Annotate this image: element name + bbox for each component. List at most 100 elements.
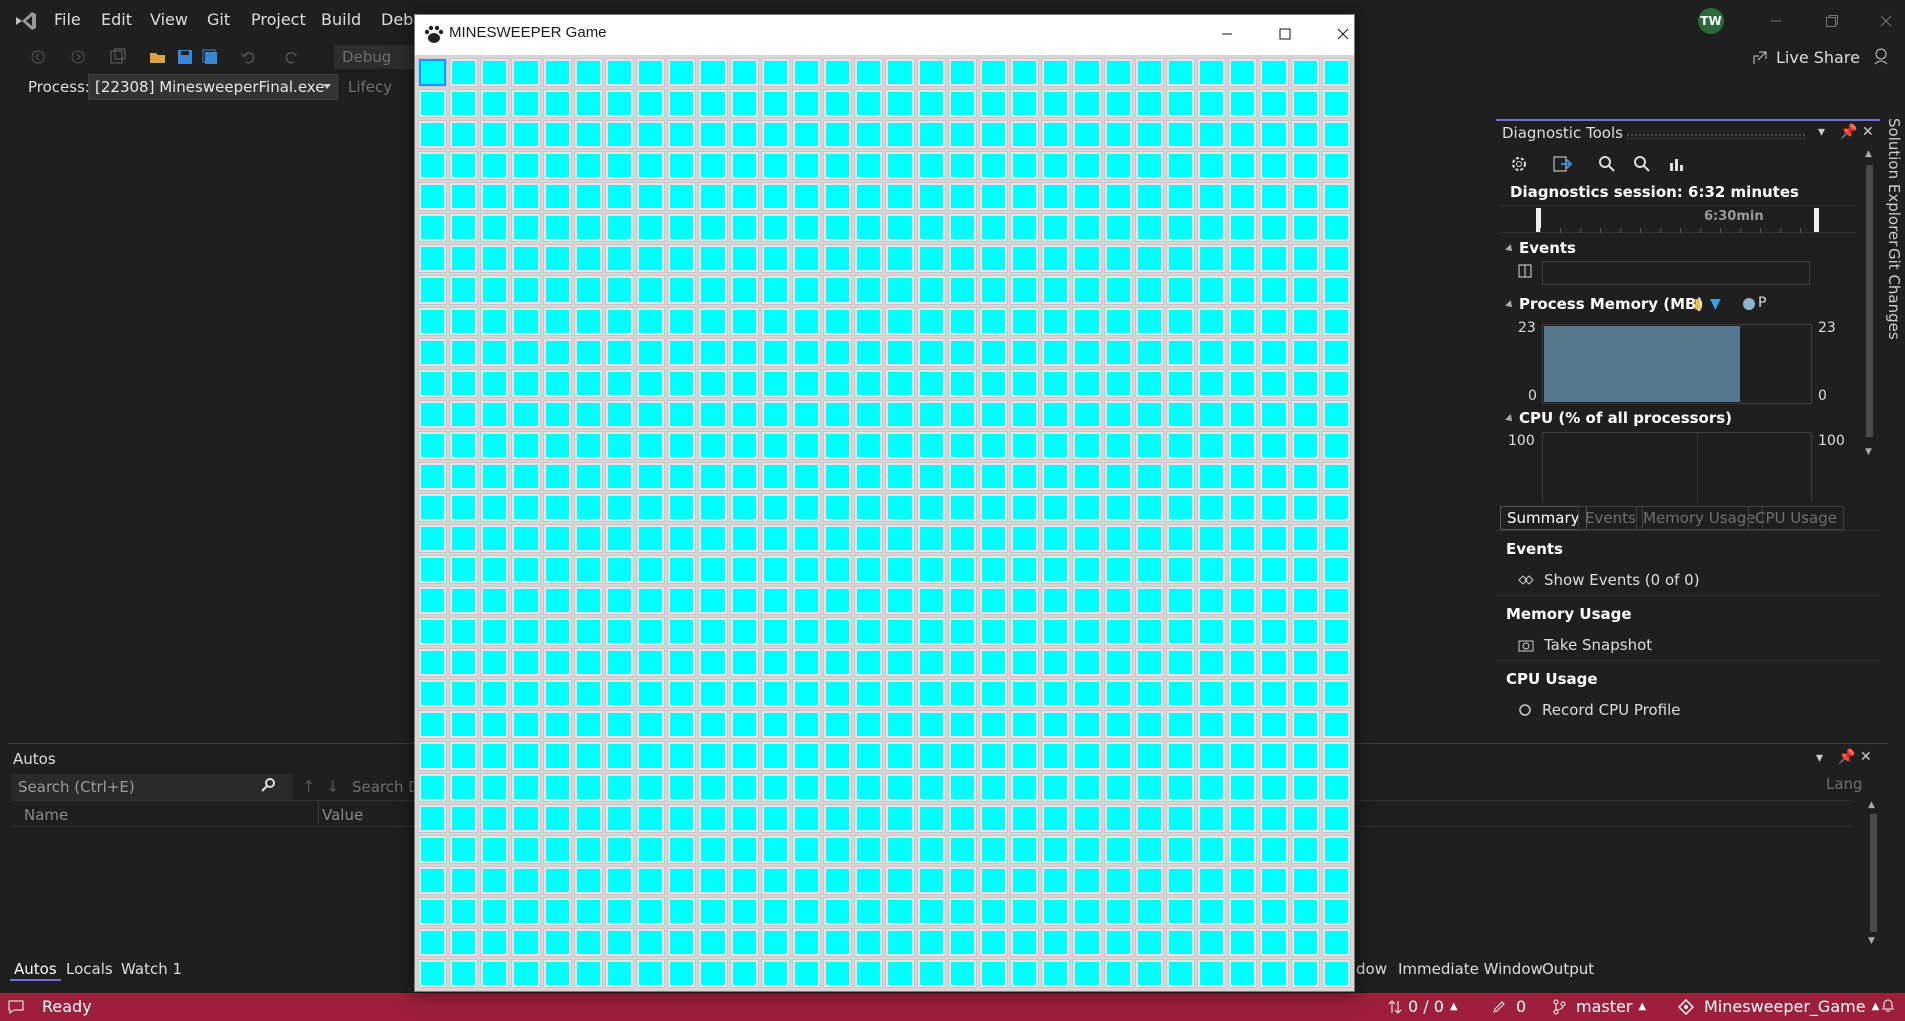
save-all-icon[interactable]	[200, 47, 220, 67]
mine-cell[interactable]	[542, 896, 572, 926]
mine-cell[interactable]	[947, 741, 977, 771]
mine-cell[interactable]	[885, 368, 915, 398]
mine-cell[interactable]	[1228, 337, 1258, 367]
mine-cell[interactable]	[1010, 586, 1040, 616]
mine-cell[interactable]	[1197, 306, 1227, 336]
mine-cell[interactable]	[1010, 306, 1040, 336]
feedback-icon[interactable]	[1872, 46, 1892, 70]
mine-cell[interactable]	[791, 182, 822, 212]
mine-cell[interactable]	[854, 927, 884, 957]
mine-cell[interactable]	[573, 151, 603, 181]
mine-cell[interactable]	[511, 430, 541, 460]
mine-cell[interactable]	[823, 182, 853, 212]
mine-cell[interactable]	[449, 741, 479, 771]
mine-cell[interactable]	[636, 772, 666, 802]
mine-cell[interactable]	[480, 803, 510, 833]
mine-cell[interactable]	[604, 275, 635, 305]
mine-cell[interactable]	[1103, 617, 1133, 647]
mine-cell[interactable]	[916, 151, 946, 181]
mine-cell[interactable]	[1259, 648, 1289, 678]
mine-cell[interactable]	[418, 772, 448, 802]
mine-cell[interactable]	[1321, 896, 1351, 926]
mine-cell[interactable]	[760, 430, 790, 460]
mine-cell[interactable]	[916, 896, 946, 926]
mine-cell[interactable]	[1290, 120, 1320, 150]
mine-cell[interactable]	[1041, 213, 1071, 243]
mine-cell[interactable]	[1103, 710, 1133, 740]
mine-cell[interactable]	[511, 182, 541, 212]
visual-studio-logo-icon[interactable]	[12, 8, 40, 34]
save-icon[interactable]	[175, 47, 195, 67]
mine-cell[interactable]	[1259, 151, 1289, 181]
mine-cell[interactable]	[511, 89, 541, 119]
mine-cell[interactable]	[729, 89, 759, 119]
mine-cell[interactable]	[449, 710, 479, 740]
mine-cell[interactable]	[449, 461, 479, 491]
mine-cell[interactable]	[1134, 834, 1164, 864]
column-header-language[interactable]: Lang	[1826, 775, 1863, 793]
mine-cell[interactable]	[1041, 741, 1071, 771]
status-line-changes[interactable]: 0 / 0 ▲	[1388, 997, 1458, 1016]
mine-cell[interactable]	[1103, 368, 1133, 398]
mine-cell[interactable]	[1290, 741, 1320, 771]
mine-cell[interactable]	[760, 741, 790, 771]
mine-cell[interactable]	[604, 58, 635, 88]
mine-cell[interactable]	[1321, 430, 1351, 460]
mine-cell[interactable]	[854, 492, 884, 522]
mine-cell[interactable]	[1134, 275, 1164, 305]
mine-cell[interactable]	[480, 58, 510, 88]
mine-cell[interactable]	[791, 586, 822, 616]
mine-cell[interactable]	[854, 896, 884, 926]
mine-cell[interactable]	[573, 679, 603, 709]
mine-cell[interactable]	[1321, 461, 1351, 491]
mine-cell[interactable]	[480, 555, 510, 585]
mine-cell[interactable]	[823, 958, 853, 988]
mine-cell[interactable]	[729, 834, 759, 864]
mine-cell[interactable]	[698, 772, 728, 802]
mine-cell[interactable]	[916, 368, 946, 398]
mine-cell[interactable]	[698, 586, 728, 616]
mine-cell[interactable]	[1072, 120, 1102, 150]
vs-close-button[interactable]	[1872, 8, 1900, 34]
menu-build[interactable]: Build	[321, 10, 361, 29]
mine-cell[interactable]	[449, 555, 479, 585]
mine-cell[interactable]	[542, 555, 572, 585]
mine-cell[interactable]	[1134, 430, 1164, 460]
mine-cell[interactable]	[636, 834, 666, 864]
mine-cell[interactable]	[1041, 586, 1071, 616]
mine-cell[interactable]	[698, 368, 728, 398]
mine-cell[interactable]	[823, 803, 853, 833]
mine-cell[interactable]	[542, 865, 572, 895]
mine-cell[interactable]	[1072, 244, 1102, 274]
mine-cell[interactable]	[480, 151, 510, 181]
mine-cell[interactable]	[1321, 927, 1351, 957]
mine-cell[interactable]	[604, 89, 635, 119]
mine-cell[interactable]	[854, 865, 884, 895]
mine-cell[interactable]	[885, 679, 915, 709]
mine-cell[interactable]	[791, 927, 822, 957]
mine-cell[interactable]	[760, 834, 790, 864]
mine-cell[interactable]	[729, 803, 759, 833]
mine-cell[interactable]	[1041, 958, 1071, 988]
mine-cell[interactable]	[1072, 710, 1102, 740]
mine-cell[interactable]	[729, 58, 759, 88]
solution-configuration-combo[interactable]: Debug	[334, 45, 424, 69]
mine-cell[interactable]	[978, 648, 1009, 678]
mine-cell[interactable]	[667, 586, 697, 616]
mine-cell[interactable]	[729, 182, 759, 212]
mine-cell[interactable]	[1228, 213, 1258, 243]
mine-cell[interactable]	[947, 151, 977, 181]
mine-cell[interactable]	[573, 492, 603, 522]
mine-cell[interactable]	[729, 275, 759, 305]
mine-cell[interactable]	[823, 120, 853, 150]
mine-cell[interactable]	[1259, 834, 1289, 864]
mine-cell[interactable]	[542, 679, 572, 709]
mine-cell[interactable]	[667, 896, 697, 926]
mine-cell[interactable]	[418, 741, 448, 771]
mine-cell[interactable]	[823, 306, 853, 336]
mine-cell[interactable]	[854, 58, 884, 88]
mine-cell[interactable]	[667, 368, 697, 398]
mine-cell[interactable]	[667, 213, 697, 243]
mine-cell[interactable]	[1010, 337, 1040, 367]
mine-cell[interactable]	[573, 958, 603, 988]
